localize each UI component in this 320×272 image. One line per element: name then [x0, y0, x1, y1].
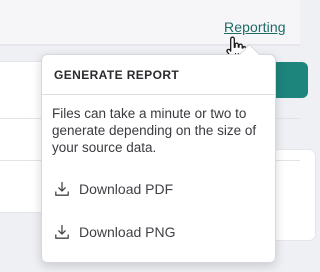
popover-body: Files can take a minute or two to genera…: [42, 95, 275, 243]
popover-header: GENERATE REPORT: [42, 55, 275, 95]
popover-title: GENERATE REPORT: [54, 67, 180, 82]
reporting-link[interactable]: Reporting: [224, 19, 286, 35]
download-png-button[interactable]: Download PNG: [54, 221, 265, 243]
download-png-label: Download PNG: [79, 224, 176, 240]
download-pdf-button[interactable]: Download PDF: [54, 178, 265, 200]
download-icon: [55, 181, 69, 196]
download-icon: [55, 224, 69, 239]
popover-description: Files can take a minute or two to genera…: [52, 106, 257, 155]
generate-report-popover: GENERATE REPORT Files can take a minute …: [41, 43, 276, 263]
download-pdf-label: Download PDF: [79, 181, 174, 197]
topbar-divider: [0, 44, 300, 46]
